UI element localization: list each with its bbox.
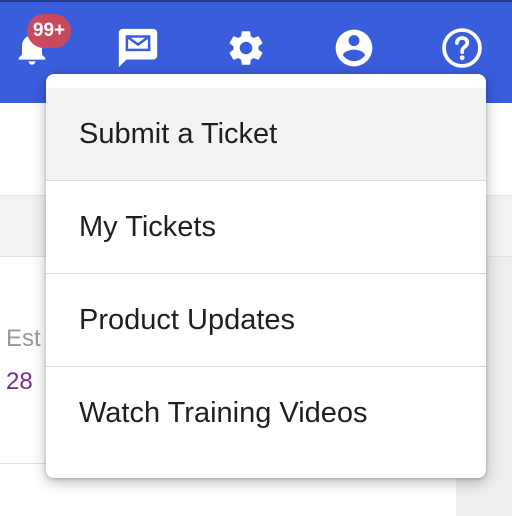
account-icon — [332, 26, 376, 75]
gear-icon — [225, 27, 267, 74]
menu-top-padding — [46, 74, 486, 88]
account-button[interactable] — [332, 28, 376, 72]
menu-item-my-tickets[interactable]: My Tickets — [46, 181, 486, 274]
menu-item-watch-training-videos[interactable]: Watch Training Videos — [46, 367, 486, 460]
menu-item-product-updates[interactable]: Product Updates — [46, 274, 486, 367]
notification-count-badge: 99+ — [27, 14, 71, 48]
mail-icon — [115, 25, 161, 76]
field-label: Est — [6, 325, 41, 352]
top-edge — [0, 0, 512, 2]
help-dropdown-menu: Submit a Ticket My Tickets Product Updat… — [46, 74, 486, 478]
menu-item-submit-ticket[interactable]: Submit a Ticket — [46, 88, 486, 181]
messages-button[interactable] — [116, 28, 160, 72]
app-screen: 99+ Est 28 Submit a Ticket My Tickets Pr… — [0, 0, 512, 516]
help-icon — [440, 26, 484, 75]
help-button[interactable] — [440, 26, 484, 75]
field-value: 28 — [6, 368, 33, 395]
settings-button[interactable] — [224, 28, 268, 72]
